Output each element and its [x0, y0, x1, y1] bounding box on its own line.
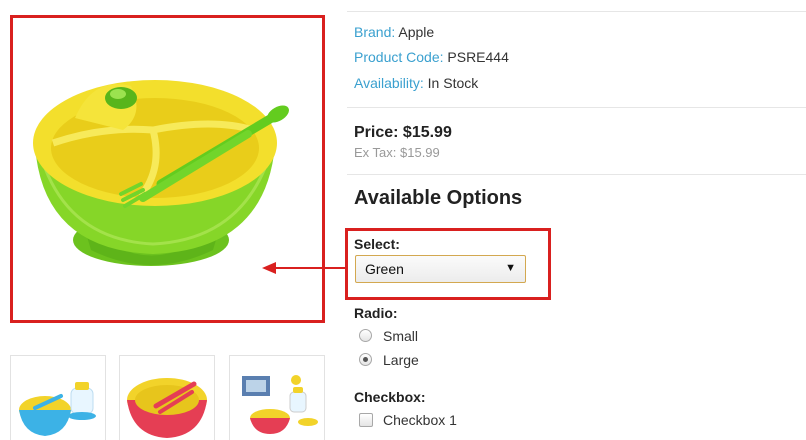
availability-row: Availability: In Stock [354, 74, 478, 92]
checkbox-label: Checkbox: [354, 389, 426, 405]
product-code-value: PSRE444 [447, 49, 509, 65]
meta-divider [347, 107, 806, 108]
thumbnail-image [242, 375, 318, 434]
radio-option-label: Large [383, 352, 419, 368]
thumbnail-image [19, 382, 96, 436]
ex-tax-price: Ex Tax: $15.99 [354, 145, 440, 160]
bowl-illustration [33, 80, 289, 266]
availability-label: Availability: [354, 75, 424, 91]
radio-button-icon[interactable] [359, 329, 372, 342]
thumbnail-pink-bowl[interactable] [119, 355, 215, 440]
thumbnail-boxed-set[interactable] [229, 355, 325, 440]
dropdown-arrow-icon: ▼ [505, 262, 516, 274]
thumbnail-image [127, 378, 207, 438]
product-code-label: Product Code: [354, 49, 444, 65]
radio-button-icon[interactable] [359, 353, 372, 366]
checkbox-option-label: Checkbox 1 [383, 412, 457, 428]
radio-selected-dot-icon [363, 357, 368, 362]
top-divider [347, 11, 806, 12]
price: Price: $15.99 [354, 124, 452, 141]
color-select-dropdown[interactable]: Green ▼ [355, 255, 526, 283]
availability-value: In Stock [427, 75, 479, 91]
product-page: Brand: Apple Product Code: PSRE444 Avail… [0, 0, 806, 440]
product-code-row: Product Code: PSRE444 [354, 48, 509, 66]
price-divider [347, 174, 806, 175]
radio-label: Radio: [354, 305, 398, 321]
select-current-value: Green [365, 261, 404, 277]
thumbnail-blue-bowl[interactable] [10, 355, 106, 440]
select-label: Select: [354, 236, 400, 252]
brand-row: Brand: Apple [354, 23, 434, 41]
brand-link[interactable]: Apple [398, 24, 434, 40]
main-product-image[interactable] [10, 15, 325, 323]
radio-option-label: Small [383, 328, 419, 344]
available-options-heading: Available Options [354, 187, 523, 209]
checkbox-icon[interactable] [359, 413, 373, 427]
brand-label: Brand: [354, 24, 396, 40]
